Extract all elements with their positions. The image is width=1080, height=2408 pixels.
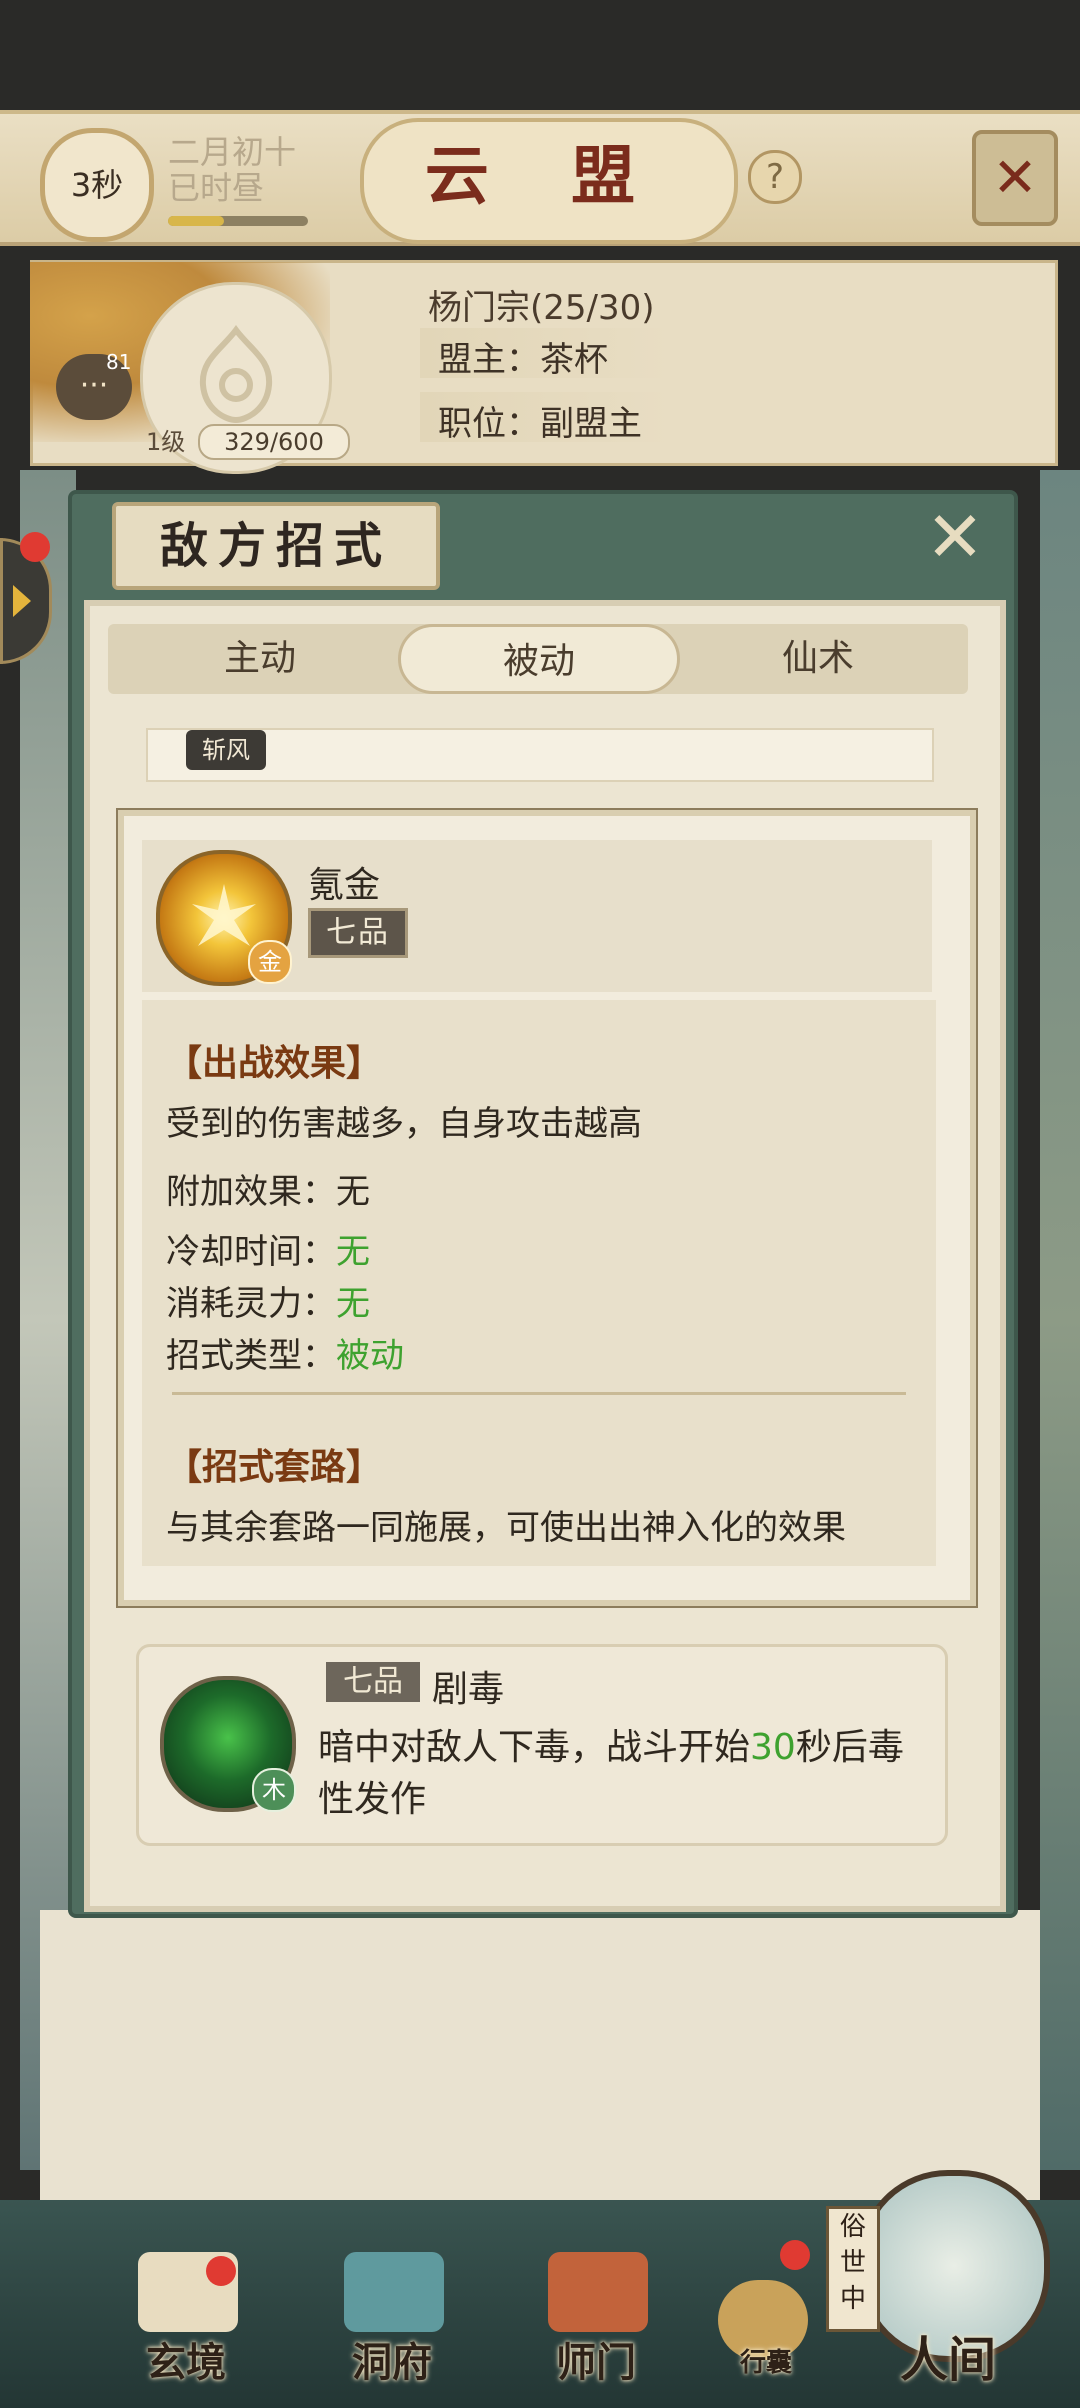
date-display: 二月初十 已时昼	[168, 134, 296, 206]
world-status-tag: 俗世中	[826, 2206, 880, 2332]
background-scene-right	[1040, 470, 1080, 2170]
nav-item-renjian[interactable]: 人间	[878, 2320, 1018, 2390]
extra-effect-label: 附加效果：	[166, 1172, 336, 1212]
cooldown-value: 无	[336, 1232, 370, 1272]
banner-icon[interactable]	[548, 2252, 648, 2332]
skill-description-part1: 暗中对敌人下毒，战斗开始	[318, 1727, 751, 1768]
skill-grade: 七品	[308, 908, 408, 958]
skill-description: 暗中对敌人下毒，战斗开始30秒后毒性发作	[318, 1722, 938, 1826]
cooldown-row: 冷却时间：无	[166, 1224, 370, 1273]
nav-item-shimen[interactable]: 师门	[526, 2330, 666, 2388]
type-row: 招式类型：被动	[166, 1328, 404, 1377]
nav-item-xuanjing[interactable]: 玄境	[116, 2330, 256, 2388]
section-title-combo: 【招式套路】	[166, 1446, 383, 1488]
question-icon[interactable]: ?	[748, 150, 802, 204]
notification-dot	[780, 2240, 810, 2270]
cooldown-label: 冷却时间：	[166, 1232, 336, 1272]
notification-dot	[20, 532, 50, 562]
cost-row: 消耗灵力：无	[166, 1276, 370, 1325]
alliance-name: 杨门宗(25/30)	[428, 288, 655, 328]
cost-label: 消耗灵力：	[166, 1284, 336, 1324]
close-icon[interactable]: ✕	[920, 502, 990, 572]
skill-description-seconds: 30	[750, 1727, 796, 1768]
element-badge: 金	[248, 940, 292, 984]
tab-passive-skills[interactable]: 被动	[398, 624, 680, 694]
combo-text: 与其余套路一同施展，可使出出神入化的效果	[166, 1508, 846, 1548]
nav-item-xingnang[interactable]: 行囊	[696, 2342, 836, 2379]
tab-active-skills[interactable]: 主动	[120, 624, 400, 694]
extra-effect-value: 无	[336, 1172, 370, 1212]
skill-name: 剧毒	[432, 1669, 505, 1710]
skill-grade: 七品	[326, 1662, 420, 1702]
page-title: 云 盟	[424, 139, 666, 214]
section-title-effect: 【出战效果】	[166, 1042, 383, 1084]
skill-name: 氪金	[308, 865, 381, 906]
tab-spells[interactable]: 仙术	[678, 624, 958, 694]
alliance-position: 职位：副盟主	[438, 404, 642, 444]
effect-text: 受到的伤害越多，自身攻击越高	[166, 1104, 642, 1144]
underlying-panel	[40, 1910, 1040, 2210]
extra-effect-row: 附加效果：无	[166, 1164, 370, 1213]
crossed-swords-icon[interactable]: ✕	[972, 130, 1058, 226]
alliance-xp: 329/600	[198, 424, 350, 460]
notification-dot	[206, 2256, 236, 2286]
panel-title: 敌方招式	[112, 502, 440, 590]
time-progress-bar	[168, 216, 308, 226]
nav-item-dongfu[interactable]: 洞府	[322, 2330, 462, 2388]
divider	[172, 1392, 906, 1395]
chat-count: 81	[106, 350, 132, 374]
alliance-leader: 盟主：茶杯	[438, 340, 608, 380]
element-badge: 木	[252, 1768, 296, 1812]
alliance-level: 1级	[146, 428, 186, 456]
date-line-2: 已时昼	[168, 169, 265, 207]
skill-tag: 斩风	[186, 730, 266, 770]
date-line-1: 二月初十	[168, 133, 297, 171]
type-value: 被动	[336, 1336, 404, 1376]
timer-badge: 3秒	[40, 128, 154, 242]
pavilion-icon[interactable]	[344, 2252, 444, 2332]
type-label: 招式类型：	[166, 1336, 336, 1376]
cost-value: 无	[336, 1284, 370, 1324]
